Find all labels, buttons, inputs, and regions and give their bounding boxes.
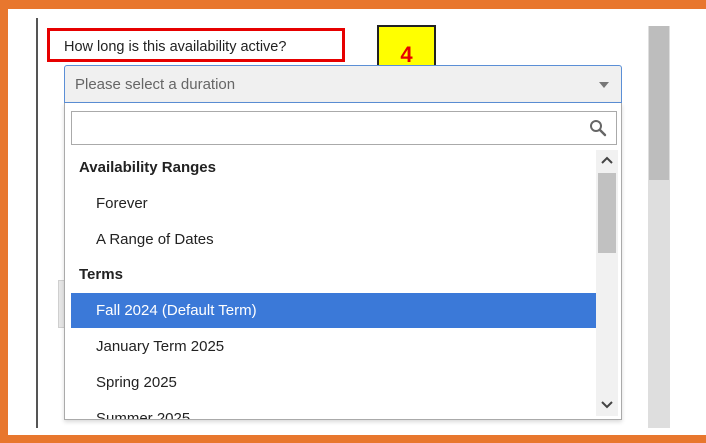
option-group-availability-ranges: Availability Ranges: [79, 159, 216, 176]
option-january-term-2025[interactable]: January Term 2025: [71, 329, 596, 364]
duration-select-placeholder: Please select a duration: [75, 76, 236, 93]
option-summer-2025[interactable]: Summer 2025: [71, 401, 596, 419]
option-spring-2025[interactable]: Spring 2025: [71, 365, 596, 400]
option-group-terms: Terms: [79, 266, 123, 283]
duration-select[interactable]: Please select a duration: [64, 65, 622, 103]
chevron-up-icon[interactable]: [596, 150, 618, 170]
chevron-down-icon[interactable]: [596, 395, 618, 415]
dropdown-options-list: Availability Ranges Forever A Range of D…: [71, 150, 596, 419]
page-scrollbar-thumb[interactable]: [649, 26, 669, 180]
left-divider: [36, 18, 38, 428]
search-icon: [590, 120, 607, 137]
option-range-of-dates[interactable]: A Range of Dates: [71, 222, 596, 257]
right-divider: [670, 26, 674, 428]
dropdown-scrollbar-thumb[interactable]: [598, 173, 616, 253]
dropdown-search-input[interactable]: [71, 111, 617, 145]
duration-dropdown: Availability Ranges Forever A Range of D…: [64, 103, 622, 420]
triangle-down-icon: [599, 82, 609, 88]
option-fall-2024[interactable]: Fall 2024 (Default Term): [71, 293, 596, 328]
option-forever[interactable]: Forever: [71, 186, 596, 221]
annotation-highlight-box: [47, 28, 345, 62]
